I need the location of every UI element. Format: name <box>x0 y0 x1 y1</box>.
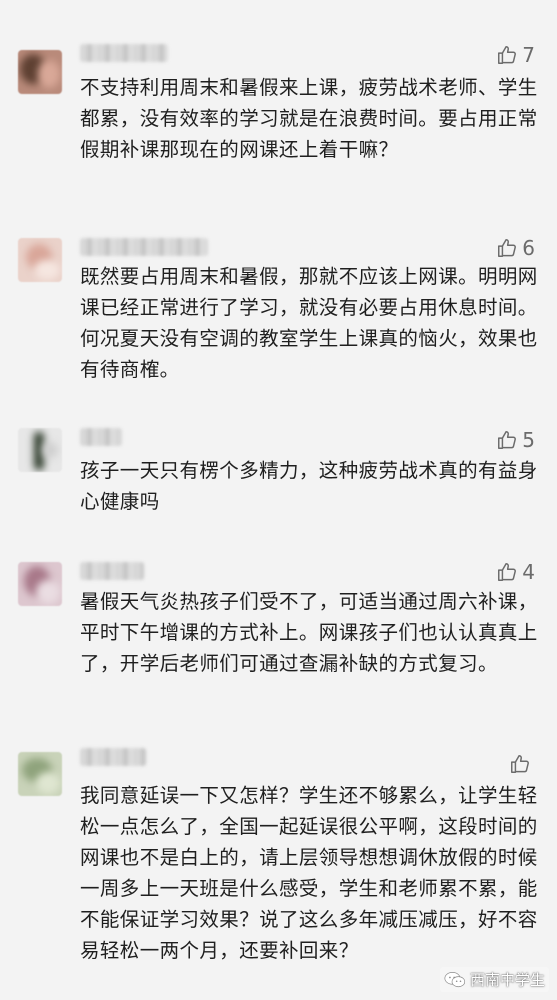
watermark: 西南中学生 <box>439 967 549 992</box>
comment-list: 7 不支持利用周末和暑假来上课，疲劳战术老师、学生都累，没有效率的学习就是在浪费… <box>0 0 557 1000</box>
comment-text: 不支持利用周末和暑假来上课，疲劳战术老师、学生都累，没有效率的学习就是在浪费时间… <box>80 76 538 161</box>
username-blurred[interactable] <box>80 238 208 256</box>
like-button[interactable]: 7 <box>496 42 535 68</box>
like-count: 7 <box>522 43 535 67</box>
username-blurred[interactable] <box>80 44 168 62</box>
like-button[interactable]: 6 <box>496 235 535 261</box>
thumbs-up-icon <box>498 46 517 64</box>
avatar[interactable] <box>18 562 62 606</box>
avatar[interactable] <box>18 752 62 796</box>
thumbs-up-icon <box>498 239 517 257</box>
username-blurred[interactable] <box>80 428 122 446</box>
avatar[interactable] <box>18 50 62 94</box>
like-button[interactable] <box>509 751 535 777</box>
like-count: 4 <box>522 560 535 584</box>
like-button[interactable]: 5 <box>496 427 535 453</box>
comment-text: 既然要占用周末和暑假，那就不应该上网课。明明网课已经正常进行了学习，就没有必要占… <box>80 265 538 381</box>
comment-text: 暑假天气炎热孩子们受不了，可适当通过周六补课，平时下午增课的方式补上。网课孩子们… <box>80 590 538 675</box>
avatar[interactable] <box>18 238 62 282</box>
thumbs-up-icon <box>511 755 529 773</box>
thumbs-up-icon <box>498 431 517 449</box>
username-blurred[interactable] <box>80 562 144 580</box>
like-button[interactable]: 4 <box>496 559 535 585</box>
avatar[interactable] <box>18 428 62 472</box>
comment-text: 孩子一天只有楞个多精力，这种疲劳战术真的有益身心健康吗 <box>80 459 538 513</box>
like-count: 6 <box>522 236 535 260</box>
thumbs-up-icon <box>498 563 517 581</box>
username-blurred[interactable] <box>80 748 146 766</box>
like-count: 5 <box>522 428 535 452</box>
watermark-text: 西南中学生 <box>469 971 545 989</box>
comment-text: 我同意延误一下又怎样？学生还不够累么，让学生轻松一点怎么了，全国一起延误很公平啊… <box>80 784 538 962</box>
wechat-icon <box>444 971 466 987</box>
